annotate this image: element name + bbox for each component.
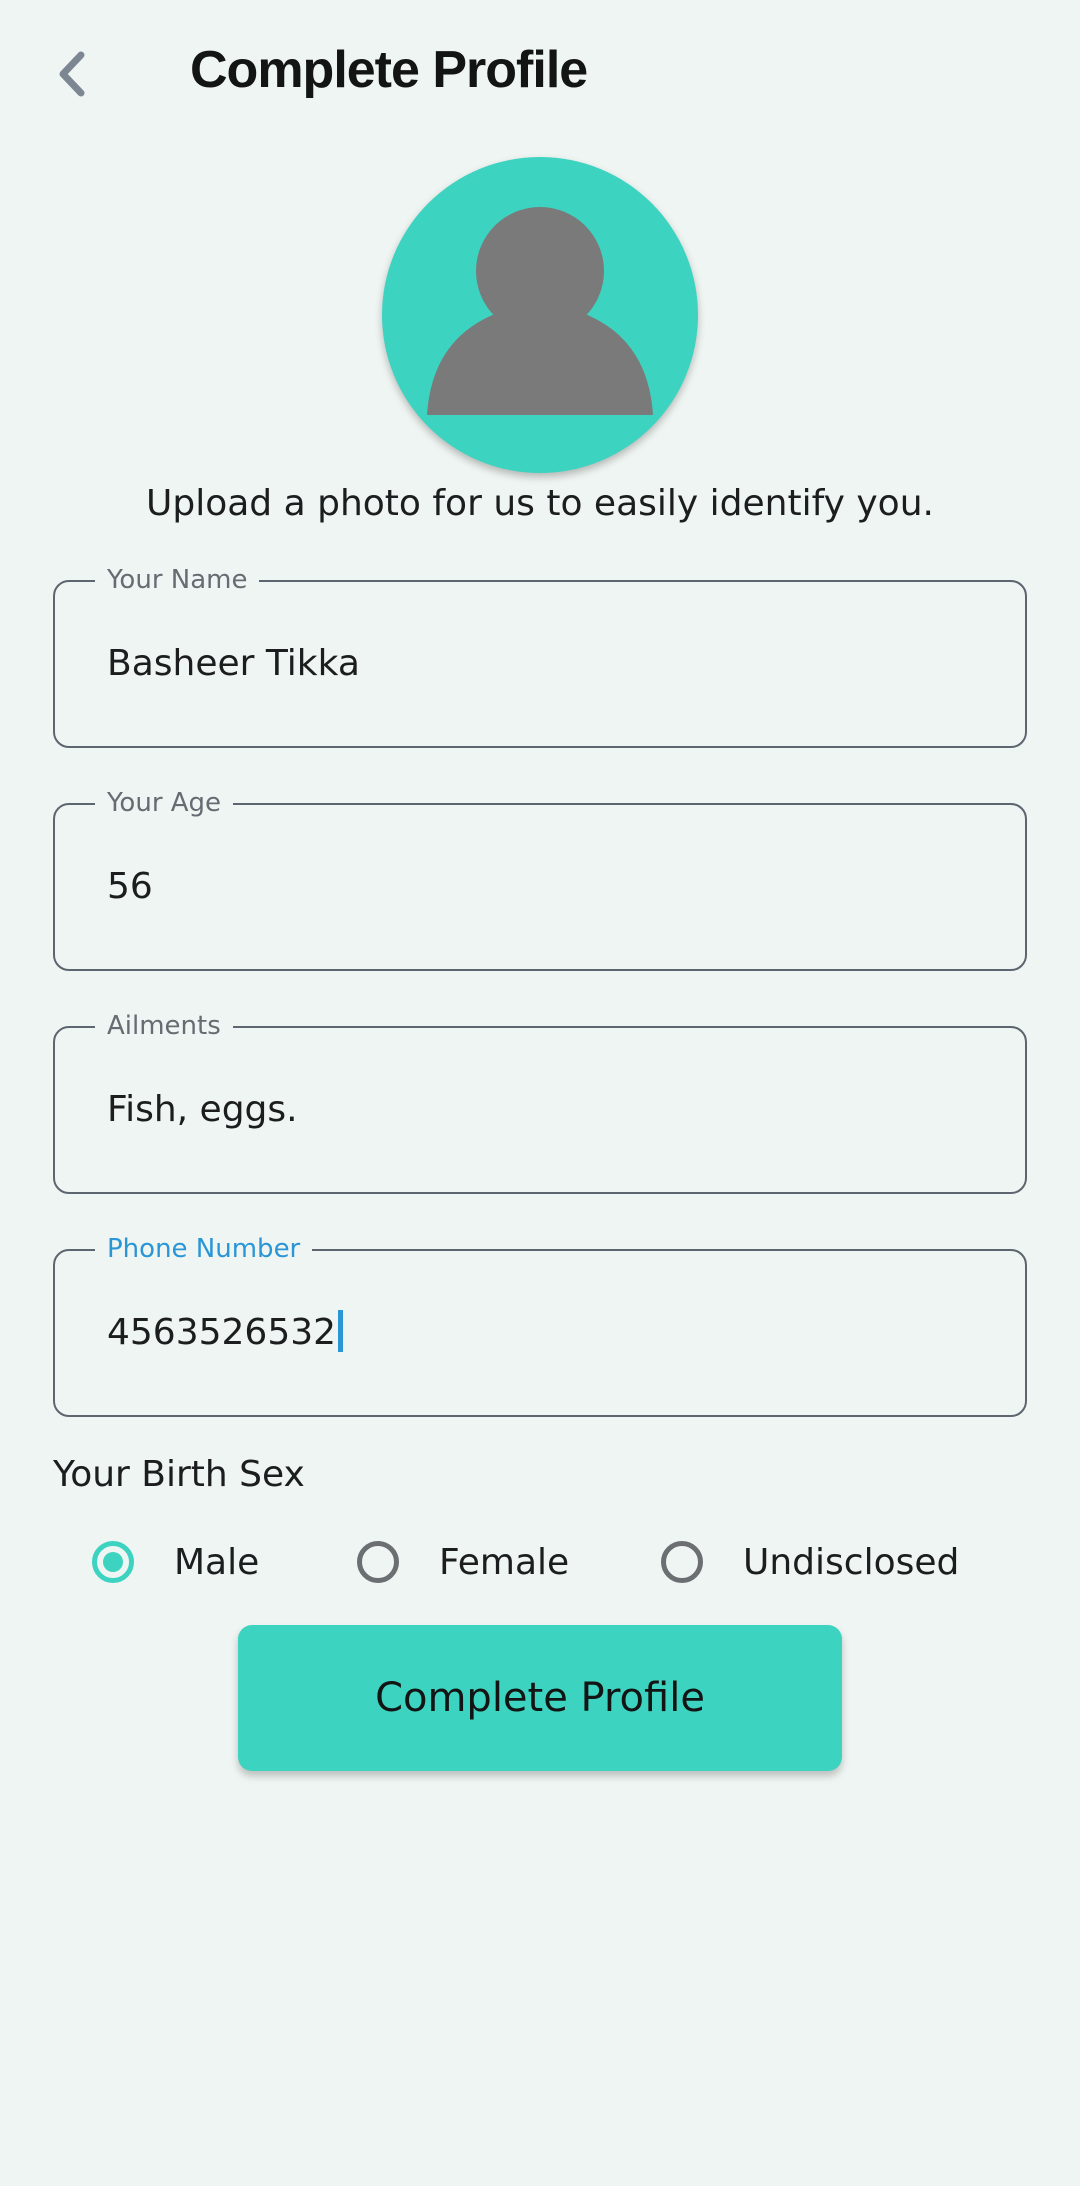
radio-undisclosed[interactable]: Undisclosed xyxy=(661,1532,959,1592)
phone-number-field[interactable]: Phone Number 4563526532 xyxy=(53,1231,1027,1417)
radio-undisclosed-label: Undisclosed xyxy=(743,1541,960,1583)
birth-sex-label: Your Birth Sex xyxy=(53,1454,305,1495)
complete-profile-button[interactable]: Complete Profile xyxy=(238,1625,842,1771)
phone-number-field-value: 4563526532 xyxy=(107,1312,337,1353)
name-field[interactable]: Your Name Basheer Tikka xyxy=(53,562,1027,748)
phone-number-field-label: Phone Number xyxy=(95,1231,313,1267)
avatar-upload[interactable] xyxy=(382,157,698,473)
radio-unchecked-icon xyxy=(661,1541,703,1583)
age-field[interactable]: Your Age 56 xyxy=(53,785,1027,971)
radio-male[interactable]: Male xyxy=(92,1532,259,1592)
radio-checked-icon xyxy=(92,1541,134,1583)
name-field-label: Your Name xyxy=(95,562,260,598)
radio-female-label: Female xyxy=(439,1541,570,1583)
birth-sex-radio-group: Male Female Undisclosed xyxy=(0,1532,1080,1592)
page-title: Complete Profile xyxy=(190,41,588,99)
ailments-field-value[interactable]: Fish, eggs. xyxy=(107,1086,298,1134)
ailments-field-label: Ailments xyxy=(95,1008,233,1044)
age-field-value[interactable]: 56 xyxy=(107,863,153,911)
age-field-label: Your Age xyxy=(95,785,234,821)
name-field-value[interactable]: Basheer Tikka xyxy=(107,640,360,688)
person-silhouette-icon xyxy=(427,207,653,415)
chevron-left-icon xyxy=(59,51,85,97)
radio-unchecked-icon xyxy=(357,1541,399,1583)
radio-female[interactable]: Female xyxy=(357,1532,569,1592)
radio-male-label: Male xyxy=(174,1541,260,1583)
phone-number-field-input[interactable]: 4563526532 xyxy=(107,1309,344,1357)
back-button[interactable] xyxy=(44,44,100,104)
text-cursor xyxy=(338,1310,344,1352)
app-header: Complete Profile xyxy=(0,0,1080,150)
avatar-caption: Upload a photo for us to easily identify… xyxy=(146,483,934,524)
ailments-field[interactable]: Ailments Fish, eggs. xyxy=(53,1008,1027,1194)
